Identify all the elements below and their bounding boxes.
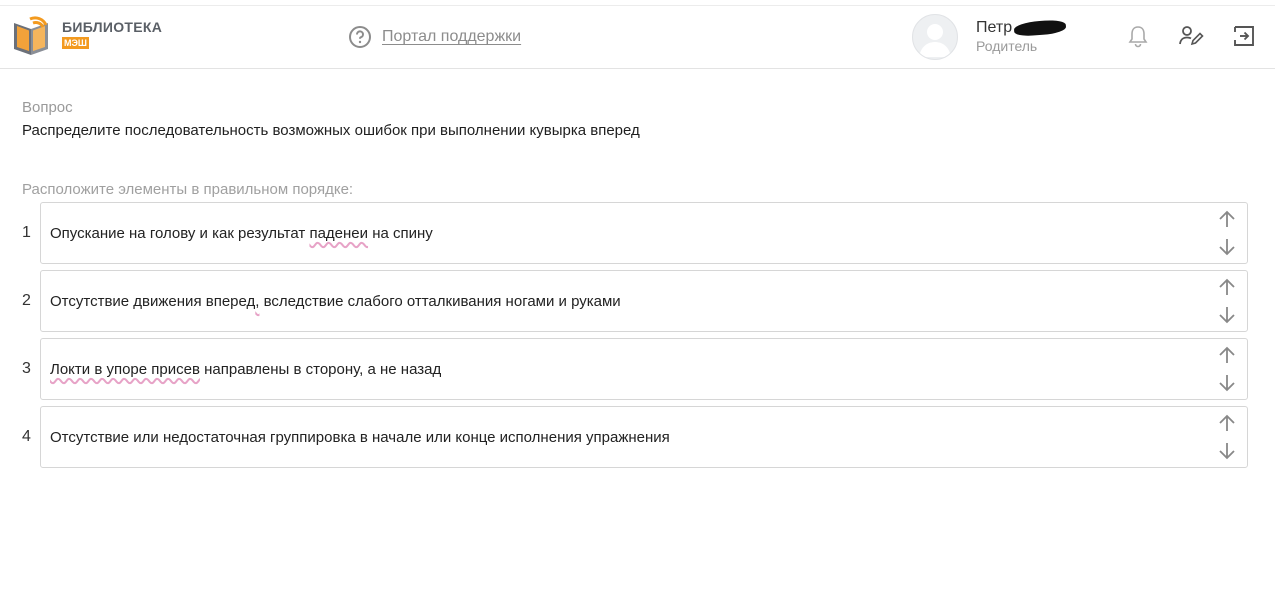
arrow-up-icon: [1219, 414, 1235, 431]
move-down-button[interactable]: [1215, 440, 1239, 462]
question-content: Вопрос Распределите последовательность в…: [0, 99, 1275, 469]
arrow-up-icon: [1219, 210, 1235, 227]
user-placeholder-icon: [919, 24, 951, 57]
arrow-up-icon: [1219, 278, 1235, 295]
item-text: Локти в упоре присев направлены в сторон…: [50, 360, 442, 378]
bell-icon[interactable]: [1127, 24, 1149, 48]
user-name: Петр: [976, 19, 1013, 37]
ordering-list: 1 Опускание на голову и как результат па…: [22, 201, 1253, 469]
logo-badge: МЭШ: [62, 37, 89, 49]
list-item: 1 Опускание на голову и как результат па…: [22, 201, 1253, 265]
list-item: 3 Локти в упоре присев направлены в стор…: [22, 337, 1253, 401]
item-text: Отсутствие движения вперед, вследствие с…: [50, 292, 621, 310]
ordering-card[interactable]: Локти в упоре присев направлены в сторон…: [40, 338, 1248, 400]
avatar: [912, 14, 958, 60]
move-up-button[interactable]: [1215, 344, 1239, 366]
item-number: 4: [22, 428, 31, 445]
arrow-down-icon: [1219, 443, 1235, 460]
item-number: 1: [22, 224, 31, 241]
move-down-button[interactable]: [1215, 236, 1239, 258]
move-down-button[interactable]: [1215, 304, 1239, 326]
move-down-button[interactable]: [1215, 372, 1239, 394]
support-portal-link[interactable]: Портал поддержки: [382, 28, 521, 46]
item-number: 2: [22, 292, 31, 309]
redacted-surname-mark: [1013, 19, 1067, 37]
question-text: Распределите последовательность возможны…: [22, 122, 640, 139]
ordering-instruction: Расположите элементы в правильном порядк…: [22, 181, 354, 198]
move-up-button[interactable]: [1215, 276, 1239, 298]
logo-title: БИБЛИОТЕКА: [62, 19, 163, 35]
list-item: 4 Отсутствие или недостаточная группиров…: [22, 405, 1253, 469]
ordering-card[interactable]: Опускание на голову и как результат паде…: [40, 202, 1248, 264]
ordering-card[interactable]: Отсутствие или недостаточная группировка…: [40, 406, 1248, 468]
app-header: БИБЛИОТЕКА МЭШ Портал поддержки Петр Род…: [0, 0, 1275, 69]
arrow-down-icon: [1219, 307, 1235, 324]
logout-icon[interactable]: [1232, 24, 1256, 48]
arrow-up-icon: [1219, 346, 1235, 363]
question-label: Вопрос: [22, 99, 73, 116]
arrow-down-icon: [1219, 375, 1235, 392]
edit-user-icon[interactable]: [1178, 24, 1204, 48]
item-text: Опускание на голову и как результат паде…: [50, 224, 433, 242]
move-up-button[interactable]: [1215, 412, 1239, 434]
user-role: Родитель: [976, 38, 1038, 55]
item-number: 3: [22, 360, 31, 377]
help-circle-icon[interactable]: [348, 25, 372, 49]
book-logo-icon: [14, 16, 48, 55]
support-portal: Портал поддержки: [348, 25, 521, 49]
library-logo[interactable]: БИБЛИОТЕКА МЭШ: [12, 13, 162, 57]
item-text: Отсутствие или недостаточная группировка…: [50, 428, 670, 446]
ordering-card[interactable]: Отсутствие движения вперед, вследствие с…: [40, 270, 1248, 332]
list-item: 2 Отсутствие движения вперед, вследствие…: [22, 269, 1253, 333]
arrow-down-icon: [1219, 239, 1235, 256]
top-divider: [0, 5, 1275, 6]
move-up-button[interactable]: [1215, 208, 1239, 230]
user-profile[interactable]: Петр Родитель: [912, 14, 1067, 60]
